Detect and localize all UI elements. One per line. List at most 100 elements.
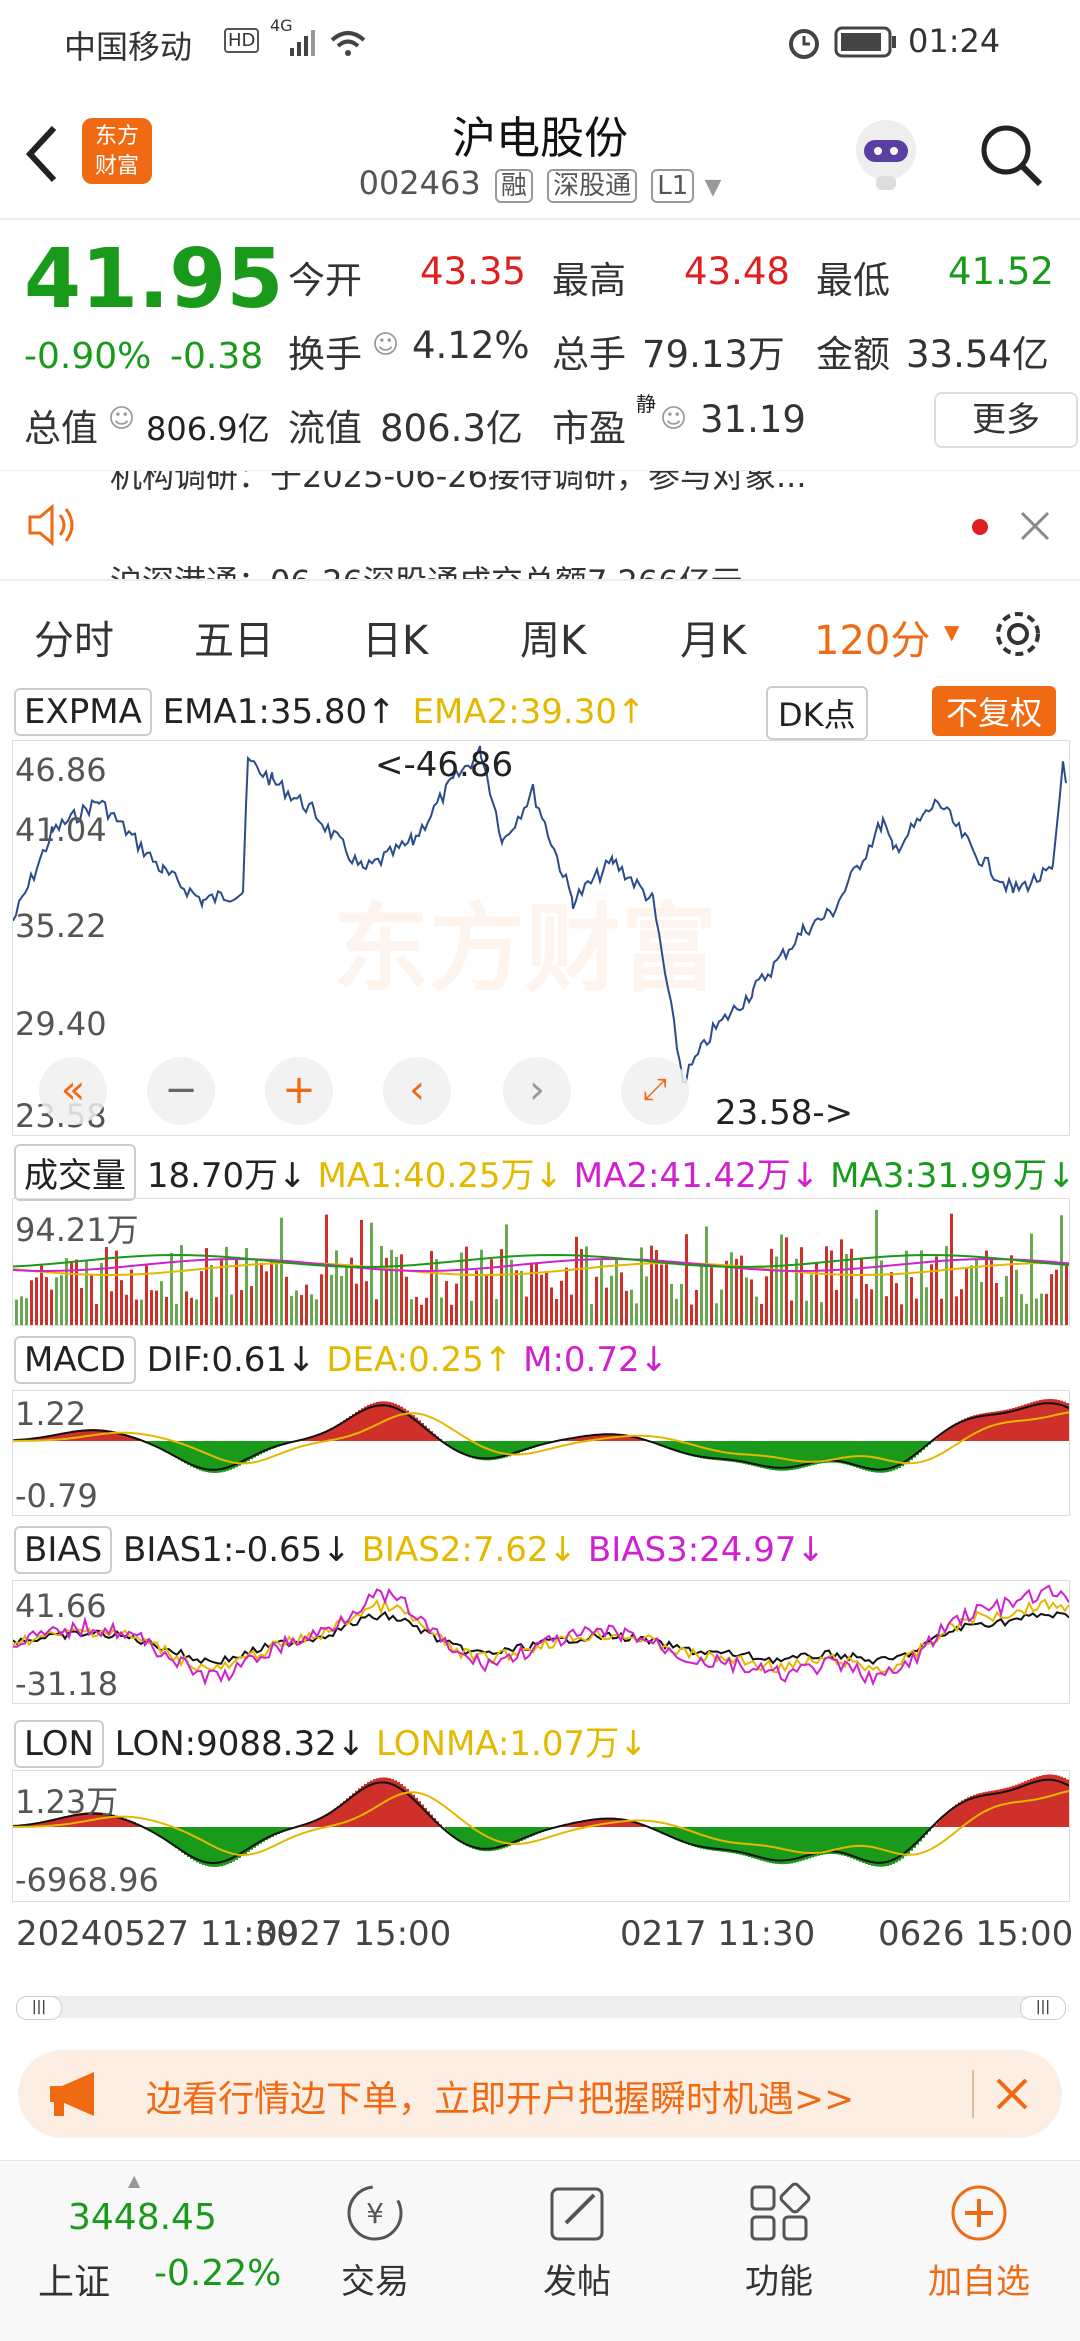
macd-bar — [739, 1441, 742, 1463]
dk-select[interactable]: DK点 — [766, 686, 868, 740]
volume-bar — [710, 1267, 713, 1325]
nav-trade[interactable]: ¥ 交易 — [300, 2181, 450, 2303]
status-bar: 中国移动 HD 4G 01:24 — [0, 0, 1080, 84]
volume-indicator-select[interactable]: 成交量 — [14, 1144, 136, 1201]
range-handle-left[interactable]: ||| — [16, 1996, 62, 2020]
macd-bar — [1015, 1407, 1018, 1441]
lon-bar — [763, 1827, 766, 1861]
lon-bar — [1039, 1776, 1042, 1827]
volume-bar — [1065, 1266, 1068, 1325]
volume-bar — [825, 1246, 828, 1325]
volume-bar — [180, 1245, 183, 1325]
macd-bar — [748, 1441, 751, 1465]
volume-bar — [965, 1267, 968, 1325]
volume-bar — [120, 1280, 123, 1325]
news-ticker[interactable]: 机构调研：于2025-06-26接待调研，参与对象... 沪深港通：06-26深… — [0, 470, 1080, 581]
volume-bar — [760, 1304, 763, 1325]
volume-bar — [495, 1299, 498, 1325]
close-icon[interactable] — [1018, 509, 1052, 543]
bias-indicator-select[interactable]: BIAS — [14, 1526, 112, 1574]
volume-bar — [25, 1298, 28, 1325]
volume-bar — [990, 1259, 993, 1325]
macd-bar — [757, 1441, 760, 1467]
promo-banner[interactable]: 边看行情边下单，立即开户把握瞬时机遇>> — [18, 2050, 1062, 2138]
news-line-1: 机构调研：于2025-06-26接待调研，参与对象... — [110, 470, 807, 497]
y-label-2: 41.04 — [15, 811, 107, 849]
scroll-left-button[interactable]: ‹ — [383, 1057, 451, 1125]
tab-weekly-k[interactable]: 周K — [520, 608, 586, 666]
volume-bar — [1020, 1294, 1023, 1325]
volume-bar — [960, 1289, 963, 1325]
lon-value: LON:9088.32↓ — [115, 1724, 365, 1764]
volume-bar — [425, 1298, 428, 1325]
lon-bar — [823, 1827, 826, 1854]
index-change[interactable]: -0.22% — [154, 2253, 281, 2294]
volume-bar — [1010, 1255, 1013, 1325]
adjust-toggle[interactable]: 不复权 — [932, 686, 1056, 736]
volume-bar — [65, 1258, 68, 1325]
lon-chart[interactable]: 1.23万 -6968.96 — [12, 1770, 1070, 1902]
tab-monthly-k[interactable]: 月K — [680, 608, 746, 666]
index-name[interactable]: 上证 — [38, 2253, 110, 2305]
lon-bar — [1000, 1789, 1003, 1827]
stock-header: 东方财富 沪电股份 002463 融 深股通 L1 ▼ — [0, 84, 1080, 220]
volume-bar — [685, 1234, 688, 1325]
lon-bar — [973, 1795, 976, 1827]
volume-bar — [100, 1263, 103, 1325]
volume-bar — [520, 1271, 523, 1325]
volume-chart[interactable]: 94.21万 — [12, 1198, 1070, 1326]
lon-bar — [754, 1827, 757, 1859]
scroll-right-button[interactable]: › — [503, 1057, 571, 1125]
volume-bar — [30, 1280, 33, 1325]
range-handle-right[interactable]: ||| — [1020, 1996, 1066, 2020]
macd-bar — [856, 1441, 859, 1468]
pe-value: 31.19 — [700, 398, 806, 441]
scroll-left-fast-button[interactable]: « — [39, 1057, 107, 1125]
lon-bar — [370, 1780, 373, 1827]
macd-chart[interactable]: 1.22 -0.79 — [12, 1390, 1070, 1516]
gear-icon[interactable] — [990, 606, 1046, 662]
info-icon[interactable]: ☺ — [660, 404, 687, 434]
volume-bar — [555, 1299, 558, 1325]
price-chart[interactable]: 东方财富 46.86 41.04 35.22 29.40 23.58 <-46.… — [12, 740, 1070, 1136]
lon-bar — [1003, 1788, 1006, 1827]
nav-functions[interactable]: 功能 — [704, 2181, 854, 2303]
volume-bar — [35, 1277, 38, 1325]
main-indicator-select[interactable]: EXPMA — [14, 688, 152, 736]
range-scrollbar[interactable]: ||| ||| — [16, 1996, 1064, 2018]
tab-120min[interactable]: 120分 — [814, 608, 930, 666]
lon-bar — [769, 1827, 772, 1863]
bottom-nav: ▲ 3448.45 上证 -0.22% ¥ 交易 发帖 功能 加自选 — [0, 2160, 1080, 2341]
macd-indicator-select[interactable]: MACD — [14, 1336, 136, 1384]
tab-daily-k[interactable]: 日K — [362, 608, 428, 666]
lon-bar — [208, 1827, 211, 1867]
lon-indicator-select[interactable]: LON — [14, 1720, 104, 1768]
nav-post[interactable]: 发帖 — [502, 2181, 652, 2303]
info-icon[interactable]: ☺ — [108, 404, 135, 434]
fullscreen-icon[interactable]: ⤢ — [621, 1057, 689, 1125]
close-icon[interactable] — [994, 2076, 1030, 2112]
edit-icon — [542, 2181, 612, 2245]
lon-bar — [376, 1778, 379, 1827]
macd-bar — [766, 1441, 769, 1469]
tab-five-day[interactable]: 五日 — [194, 608, 274, 666]
macd-bar — [883, 1441, 886, 1473]
index-value[interactable]: 3448.45 — [68, 2197, 217, 2238]
bias-chart[interactable]: 41.66 -31.18 — [12, 1580, 1070, 1704]
robot-assistant-icon[interactable] — [846, 114, 926, 194]
search-icon[interactable] — [976, 120, 1046, 190]
info-icon[interactable]: ☺ — [372, 330, 399, 360]
more-button[interactable]: 更多 — [934, 392, 1078, 448]
volume-bar — [170, 1253, 173, 1325]
macd-bar — [1018, 1406, 1021, 1441]
zoom-out-button[interactable]: − — [147, 1057, 215, 1125]
volume-bar — [560, 1281, 563, 1325]
nav-add-watchlist[interactable]: 加自选 — [904, 2181, 1054, 2303]
lon-bar — [706, 1827, 709, 1850]
tab-intraday[interactable]: 分时 — [34, 608, 114, 666]
volume-bar — [840, 1239, 843, 1325]
macd-bar — [880, 1441, 883, 1473]
lon-bar — [847, 1827, 850, 1857]
lon-bar — [841, 1827, 844, 1855]
zoom-in-button[interactable]: + — [265, 1057, 333, 1125]
